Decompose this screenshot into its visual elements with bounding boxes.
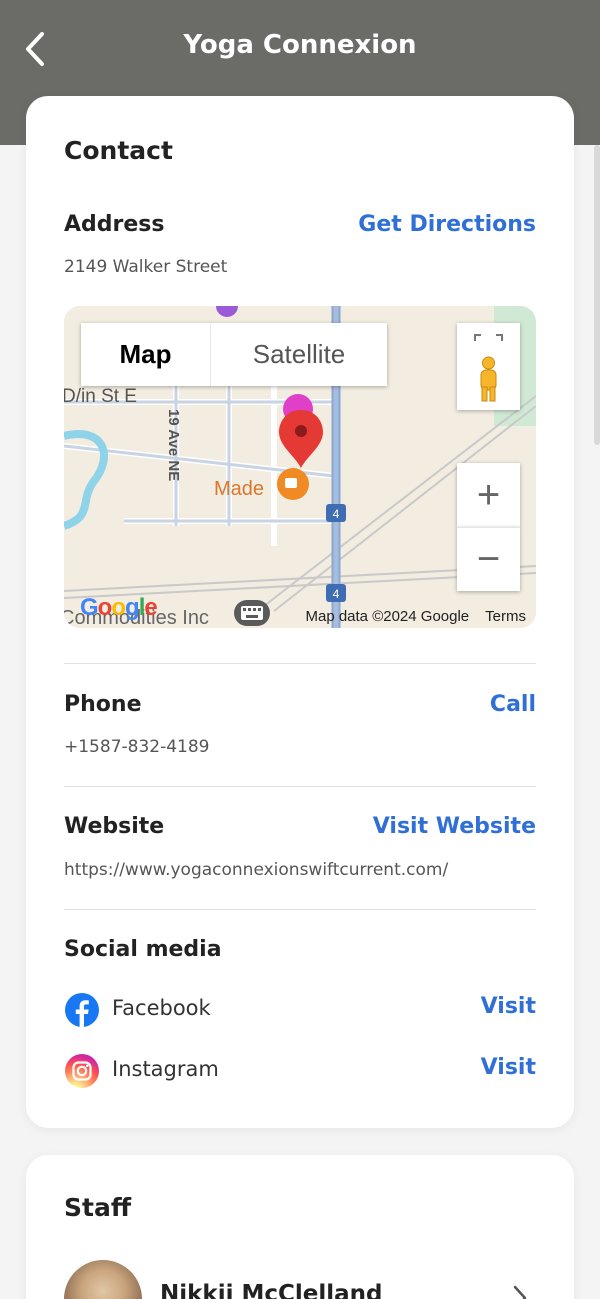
- staff-member-name: Nikkii McClelland: [160, 1281, 383, 1299]
- route-shield-label: 4: [333, 507, 340, 521]
- map-type-satellite[interactable]: Satellite: [211, 323, 387, 386]
- map-terms-link[interactable]: Terms: [485, 608, 526, 625]
- route-shield-label: 4: [333, 587, 340, 601]
- contact-card: Contact Address Get Directions 2149 Walk…: [26, 96, 574, 1128]
- divider: [64, 909, 536, 910]
- page-title: Yoga Connexion: [183, 30, 417, 60]
- street-label: D/in St E: [64, 386, 137, 407]
- divider: [64, 663, 536, 664]
- keyboard-shortcuts-icon[interactable]: [234, 600, 270, 626]
- social-item-instagram: Instagram Visit: [64, 1051, 536, 1091]
- zoom-in-button[interactable]: +: [457, 463, 520, 527]
- scrollbar[interactable]: [594, 145, 600, 445]
- visit-website-link[interactable]: Visit Website: [373, 814, 536, 839]
- phone-label: Phone: [64, 692, 142, 717]
- chevron-right-icon: [513, 1285, 527, 1299]
- divider: [64, 786, 536, 787]
- map-data-credit: Map data ©2024 Google: [305, 608, 470, 625]
- google-logo: Google: [80, 594, 158, 621]
- address-label: Address: [64, 212, 165, 237]
- staff-heading: Staff: [64, 1193, 132, 1222]
- social-item-facebook: Facebook Visit: [64, 990, 536, 1030]
- map-type-toggle: Map Satellite: [81, 323, 387, 386]
- map-view[interactable]: 4 4 D/in St E 19 Ave NE Made Commodities…: [64, 306, 536, 628]
- staff-member-row[interactable]: Nikkii McClelland: [64, 1255, 536, 1299]
- facebook-icon: [65, 993, 99, 1027]
- social-media-label: Social media: [64, 937, 222, 962]
- website-label: Website: [64, 814, 165, 839]
- instagram-visit-link[interactable]: Visit: [481, 1055, 536, 1080]
- instagram-icon: [65, 1054, 99, 1088]
- street-view-pegman[interactable]: [457, 323, 520, 410]
- zoom-out-button[interactable]: −: [457, 527, 520, 591]
- avatar: [64, 1260, 142, 1299]
- facebook-label: Facebook: [112, 996, 211, 1020]
- phone-value: +1587-832-4189: [64, 737, 210, 757]
- instagram-label: Instagram: [112, 1057, 219, 1081]
- map-attribution: Map data ©2024 Google Terms: [289, 608, 526, 625]
- contact-heading: Contact: [64, 136, 173, 165]
- staff-card: Staff Nikkii McClelland: [26, 1155, 574, 1299]
- facebook-visit-link[interactable]: Visit: [481, 994, 536, 1019]
- get-directions-link[interactable]: Get Directions: [358, 212, 536, 237]
- address-value: 2149 Walker Street: [64, 257, 228, 277]
- avenue-label: 19 Ave NE: [165, 409, 182, 481]
- map-type-map[interactable]: Map: [81, 323, 211, 386]
- call-link[interactable]: Call: [490, 692, 536, 717]
- website-value: https://www.yogaconnexionswiftcurrent.co…: [64, 860, 449, 880]
- poi-label: Made: [214, 478, 264, 500]
- pegman-icon: [474, 334, 503, 402]
